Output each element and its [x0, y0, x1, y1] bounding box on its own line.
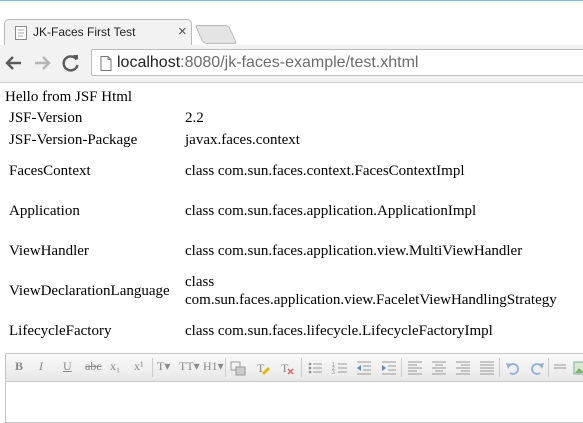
- font-family-dropdown[interactable]: T▾: [157, 359, 170, 374]
- italic-button[interactable]: I: [39, 359, 43, 374]
- toolbar-separator: [499, 358, 500, 377]
- forward-arrow-icon[interactable]: [31, 52, 53, 74]
- page-info-icon[interactable]: [100, 56, 112, 71]
- prop-label-application: Application: [9, 203, 80, 219]
- text-color-icon[interactable]: [230, 360, 246, 376]
- highlight-color-icon[interactable]: T: [255, 360, 271, 376]
- toolbar-separator: [301, 358, 302, 377]
- bullet-list-icon[interactable]: [307, 360, 323, 376]
- tab-strip: JK-Faces First Test ×: [0, 1, 583, 46]
- prop-label-jsf-version: JSF-Version: [9, 110, 83, 126]
- prop-label-lifecycle-factory: LifecycleFactory: [9, 323, 112, 339]
- reload-icon[interactable]: [60, 52, 82, 74]
- toolbar-separator: [225, 358, 226, 377]
- prop-label-faces-context: FacesContext: [9, 163, 91, 179]
- editor-toolbar: B I U abc x₁ x¹ T▾ TT▾ H1▾ T T 1 2 3: [6, 354, 583, 382]
- align-center-icon[interactable]: [431, 360, 447, 376]
- url-text: localhost:8080/jk-faces-example/test.xht…: [117, 54, 418, 72]
- subscript-button[interactable]: x₁: [110, 359, 120, 374]
- undo-icon[interactable]: [505, 360, 521, 376]
- horizontal-rule-icon[interactable]: [553, 360, 567, 376]
- page-heading: Hello from JSF Html: [5, 89, 133, 105]
- prop-value-view-declaration-language-line1: class: [185, 274, 215, 290]
- numbered-list-icon[interactable]: 1 2 3: [332, 360, 348, 376]
- prop-value-jsf-version-package: javax.faces.context: [185, 132, 300, 148]
- clear-format-icon[interactable]: T: [279, 360, 295, 376]
- outdent-icon[interactable]: [356, 360, 372, 376]
- heading-dropdown[interactable]: H1▾: [203, 359, 224, 374]
- prop-value-jsf-version: 2.2: [185, 110, 204, 126]
- tab-title: JK-Faces First Test: [33, 25, 136, 39]
- justify-icon[interactable]: [479, 360, 495, 376]
- page-favicon-icon: [15, 26, 27, 40]
- rich-text-editor: B I U abc x₁ x¹ T▾ TT▾ H1▾ T T 1 2 3: [5, 353, 583, 423]
- prop-label-view-declaration-language: ViewDeclarationLanguage: [9, 283, 170, 299]
- url-path: :8080/jk-faces-example/test.xhtml: [180, 54, 419, 71]
- font-size-dropdown[interactable]: TT▾: [179, 359, 200, 374]
- prop-value-faces-context: class com.sun.faces.context.FacesContext…: [185, 163, 465, 179]
- toolbar-separator: [401, 358, 402, 377]
- url-host: localhost: [117, 54, 181, 71]
- prop-value-lifecycle-factory: class com.sun.faces.lifecycle.LifecycleF…: [185, 323, 493, 339]
- indent-icon[interactable]: [381, 360, 397, 376]
- prop-value-view-declaration-language-line2: com.sun.faces.application.view.FaceletVi…: [185, 292, 557, 308]
- svg-text:3: 3: [332, 370, 335, 376]
- align-right-icon[interactable]: [455, 360, 471, 376]
- toolbar-separator: [152, 358, 153, 377]
- underline-button[interactable]: U: [63, 359, 72, 374]
- close-tab-icon[interactable]: ×: [178, 23, 187, 40]
- toolbar-separator: [548, 358, 549, 377]
- back-arrow-icon[interactable]: [3, 52, 25, 74]
- browser-toolbar: localhost:8080/jk-faces-example/test.xht…: [0, 45, 583, 83]
- new-tab-button[interactable]: [194, 25, 238, 44]
- prop-value-view-handler: class com.sun.faces.application.view.Mul…: [185, 243, 523, 259]
- redo-icon[interactable]: [529, 360, 545, 376]
- svg-text:T: T: [281, 361, 289, 375]
- superscript-button[interactable]: x¹: [134, 359, 144, 374]
- insert-image-icon[interactable]: [573, 360, 583, 376]
- prop-value-application: class com.sun.faces.application.Applicat…: [185, 203, 477, 219]
- strikethrough-button[interactable]: abc: [85, 359, 102, 374]
- address-bar[interactable]: localhost:8080/jk-faces-example/test.xht…: [91, 49, 583, 76]
- browser-tab[interactable]: JK-Faces First Test ×: [4, 19, 192, 46]
- align-left-icon[interactable]: [407, 360, 423, 376]
- prop-label-view-handler: ViewHandler: [9, 243, 89, 259]
- prop-label-jsf-version-package: JSF-Version-Package: [9, 132, 138, 148]
- editor-content-area[interactable]: [6, 382, 583, 422]
- bold-button[interactable]: B: [15, 359, 23, 374]
